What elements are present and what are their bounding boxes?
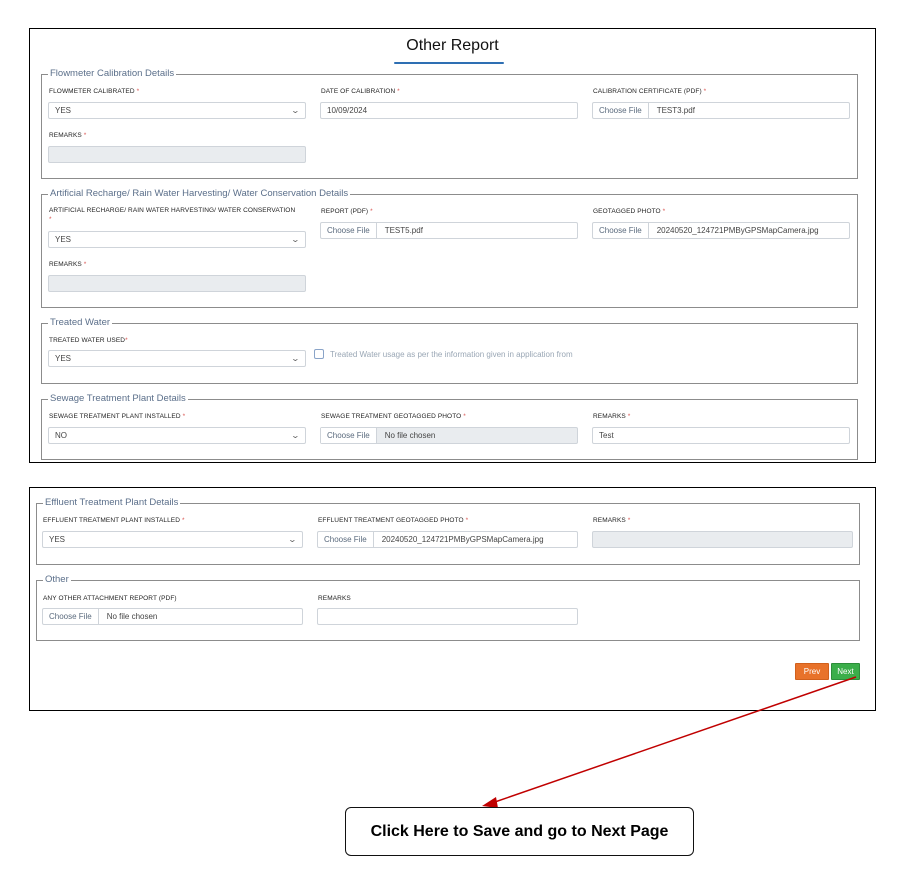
treated-water-used-value: YES — [55, 354, 72, 363]
recharge-photo-filename: 20240520_124721PMByGPSMapCamera.jpg — [656, 226, 819, 235]
choose-file-button[interactable]: Choose File — [593, 223, 649, 238]
treated-water-used-select[interactable]: YES ⌄ — [48, 350, 306, 367]
recharge-report-filename: TEST5.pdf — [384, 226, 423, 235]
chevron-down-icon: ⌄ — [287, 535, 298, 544]
recharge-report-label: REPORT (PDF) * — [321, 208, 373, 215]
effluent-photo-label: EFFLUENT TREATMENT GEOTAGGED PHOTO * — [318, 517, 469, 524]
other-attachment-file[interactable]: Choose File No file chosen — [42, 608, 303, 625]
choose-file-button[interactable]: Choose File — [43, 609, 99, 624]
other-attachment-label: ANY OTHER ATTACHMENT REPORT (PDF) — [43, 595, 177, 602]
sewage-photo-filename: No file chosen — [384, 431, 436, 440]
treated-water-checkbox[interactable] — [314, 349, 324, 359]
sewage-remarks-input[interactable]: Test — [592, 427, 850, 444]
effluent-photo-filename: 20240520_124721PMByGPSMapCamera.jpg — [381, 535, 544, 544]
recharge-label: ARTIFICIAL RECHARGE/ RAIN WATER HARVESTI… — [49, 207, 296, 223]
choose-file-button[interactable]: Choose File — [593, 103, 649, 118]
recharge-photo-file[interactable]: Choose File 20240520_124721PMByGPSMapCam… — [592, 222, 850, 239]
treated-water-checkbox-label: Treated Water usage as per the informati… — [330, 349, 573, 359]
flowmeter-remarks-input[interactable] — [48, 146, 306, 163]
flowmeter-calibrated-select[interactable]: YES ⌄ — [48, 102, 306, 119]
sewage-installed-label: SEWAGE TREATMENT PLANT INSTALLED * — [49, 413, 186, 420]
treated-water-legend: Treated Water — [50, 317, 111, 328]
chevron-down-icon: ⌄ — [290, 235, 301, 244]
calibration-certificate-filename: TEST3.pdf — [656, 106, 695, 115]
calibration-certificate-file[interactable]: Choose File TEST3.pdf — [592, 102, 850, 119]
calibration-date-value: 10/09/2024 — [327, 106, 368, 115]
choose-file-button[interactable]: Choose File — [321, 223, 377, 238]
chevron-down-icon: ⌄ — [290, 106, 301, 115]
sewage-remarks-value: Test — [599, 431, 614, 440]
recharge-photo-label: GEOTAGGED PHOTO * — [593, 208, 666, 215]
sewage-remarks-label: REMARKS * — [593, 413, 631, 420]
title-underline — [394, 62, 504, 64]
calibration-date-label: DATE OF CALIBRATION * — [321, 88, 400, 95]
effluent-photo-file[interactable]: Choose File 20240520_124721PMByGPSMapCam… — [317, 531, 578, 548]
other-legend: Other — [45, 574, 69, 585]
calibration-certificate-label: CALIBRATION CERTIFICATE (PDF) * — [593, 88, 707, 95]
callout-text: Click Here to Save and go to Next Page — [370, 822, 669, 840]
effluent-installed-label: EFFLUENT TREATMENT PLANT INSTALLED * — [43, 517, 185, 524]
other-attachment-filename: No file chosen — [106, 612, 158, 621]
choose-file-button[interactable]: Choose File — [321, 428, 377, 443]
recharge-remarks-label: REMARKS * — [49, 261, 87, 268]
recharge-legend: Artificial Recharge/ Rain Water Harvesti… — [50, 188, 349, 199]
other-remarks-label: REMARKS — [318, 595, 351, 602]
recharge-remarks-input[interactable] — [48, 275, 306, 292]
flowmeter-calibrated-label: FLOWMETER CALIBRATED * — [49, 88, 140, 95]
sewage-photo-file[interactable]: Choose File No file chosen — [320, 427, 578, 444]
treated-water-used-label: TREATED WATER USED* — [49, 337, 128, 344]
sewage-installed-value: NO — [55, 431, 67, 440]
prev-button[interactable]: Prev — [795, 663, 829, 680]
treated-water-checkbox-row[interactable]: Treated Water usage as per the informati… — [314, 349, 573, 359]
effluent-installed-value: YES — [49, 535, 66, 544]
recharge-select[interactable]: YES ⌄ — [48, 231, 306, 248]
calibration-date-input[interactable]: 10/09/2024 — [320, 102, 578, 119]
sewage-legend: Sewage Treatment Plant Details — [50, 393, 186, 404]
effluent-remarks-input[interactable] — [592, 531, 853, 548]
effluent-legend: Effluent Treatment Plant Details — [45, 497, 179, 508]
other-remarks-input[interactable] — [317, 608, 578, 625]
next-button[interactable]: Next — [831, 663, 860, 680]
chevron-down-icon: ⌄ — [290, 431, 301, 440]
callout-box: Click Here to Save and go to Next Page — [345, 807, 694, 856]
effluent-installed-select[interactable]: YES ⌄ — [42, 531, 303, 548]
recharge-value: YES — [55, 235, 72, 244]
page-title: Other Report — [406, 37, 499, 54]
recharge-report-file[interactable]: Choose File TEST5.pdf — [320, 222, 578, 239]
flowmeter-calibrated-value: YES — [55, 106, 72, 115]
flowmeter-legend: Flowmeter Calibration Details — [50, 68, 175, 79]
report-panel-bottom: Effluent Treatment Plant Details EFFLUEN… — [29, 487, 876, 711]
chevron-down-icon: ⌄ — [290, 354, 301, 363]
flowmeter-remarks-label: REMARKS * — [49, 132, 87, 139]
effluent-remarks-label: REMARKS * — [593, 517, 631, 524]
sewage-photo-label: SEWAGE TREATMENT GEOTAGGED PHOTO * — [321, 413, 466, 420]
choose-file-button[interactable]: Choose File — [318, 532, 374, 547]
sewage-installed-select[interactable]: NO ⌄ — [48, 427, 306, 444]
report-panel-top: Other Report Flowmeter Calibration Detai… — [29, 28, 876, 463]
